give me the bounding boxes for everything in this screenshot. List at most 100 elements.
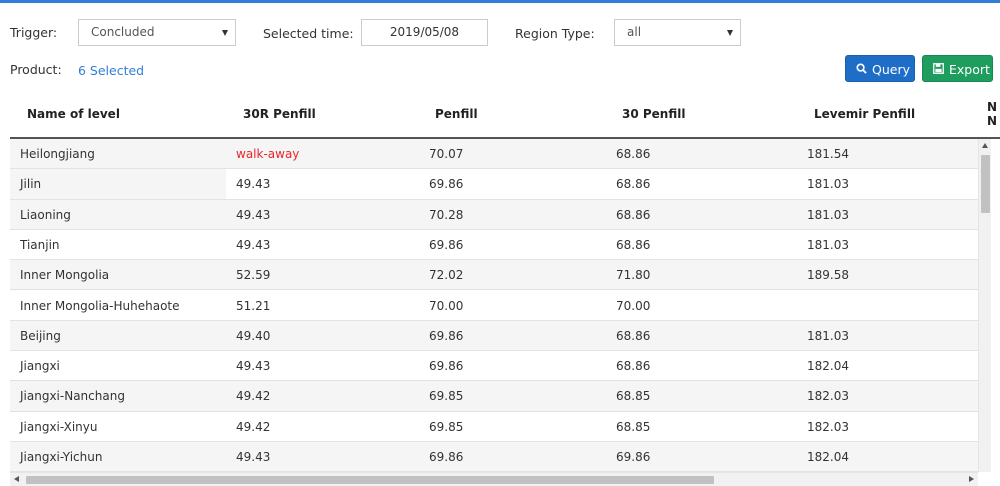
product-selected-link[interactable]: 6 Selected — [78, 63, 144, 78]
table-row[interactable]: Jiangxi-Yichun 49.43 69.86 69.86 182.04 — [10, 442, 978, 473]
cell-30r-penfill: 49.40 — [236, 328, 271, 343]
cell-penfill: 69.86 — [429, 359, 464, 374]
table-row[interactable]: Jiangxi 49.43 69.86 68.86 182.04 — [10, 351, 978, 382]
header-name-of-level[interactable]: Name of level — [27, 92, 120, 137]
scroll-right-arrow-icon[interactable] — [969, 476, 974, 482]
cell-30-penfill: 70.00 — [616, 298, 651, 313]
cell-penfill: 72.02 — [429, 268, 464, 283]
cell-30-penfill: 68.86 — [616, 147, 651, 161]
cell-levemir-penfill: 181.03 — [807, 177, 849, 192]
cell-levemir-penfill: 181.54 — [807, 147, 849, 161]
cell-30-penfill: 71.80 — [616, 268, 651, 283]
export-button[interactable]: Export — [922, 55, 993, 82]
table-row[interactable]: Inner Mongolia 52.59 72.02 71.80 189.58 — [10, 260, 978, 291]
cell-region: Tianjin — [20, 237, 60, 252]
scroll-left-arrow-icon[interactable] — [14, 476, 19, 482]
cell-30r-penfill: 49.43 — [236, 450, 271, 464]
cell-region: Jiangxi-Nanchang — [20, 389, 125, 404]
cell-region: Jiangxi-Yichun — [20, 450, 103, 464]
header-levemir-penfill[interactable]: Levemir Penfill — [814, 92, 915, 137]
trigger-label: Trigger: — [10, 25, 58, 40]
cell-region: Liaoning — [20, 207, 71, 222]
query-button[interactable]: Query — [845, 55, 915, 82]
cell-30r-penfill: 49.43 — [236, 207, 271, 222]
cell-penfill: 69.85 — [429, 389, 464, 404]
cell-penfill: 69.86 — [429, 177, 464, 192]
caret-down-icon — [222, 30, 228, 36]
table-row[interactable]: Heilongjiang walk-away 70.07 68.86 181.5… — [10, 139, 978, 170]
data-table: Name of level 30R Penfill Penfill 30 Pen… — [10, 92, 1000, 486]
trigger-select-value: Concluded — [91, 25, 155, 39]
cell-30-penfill: 68.86 — [616, 237, 651, 252]
cell-30-penfill: 68.85 — [616, 389, 651, 404]
region-type-label: Region Type: — [515, 26, 595, 41]
cell-30r-penfill: 49.42 — [236, 389, 271, 404]
cell-30r-penfill: 49.43 — [236, 177, 271, 192]
cell-30-penfill: 68.86 — [616, 207, 651, 222]
selected-time-input[interactable]: 2019/05/08 — [361, 19, 488, 46]
cell-penfill: 69.86 — [429, 237, 464, 252]
cell-penfill: 69.86 — [429, 328, 464, 343]
cell-30r-penfill: walk-away — [236, 147, 300, 161]
cell-30r-penfill: 49.43 — [236, 359, 271, 374]
cell-region: Inner Mongolia — [20, 268, 110, 283]
table-row[interactable]: Beijing 49.40 69.86 68.86 181.03 — [10, 320, 978, 352]
cell-region: Jilin — [20, 177, 42, 192]
cell-region: Inner Mongolia-Huhehaote — [20, 298, 180, 313]
cell-30r-penfill: 49.43 — [236, 237, 271, 252]
vertical-scroll-thumb[interactable] — [981, 155, 990, 213]
header-30r-penfill[interactable]: 30R Penfill — [243, 92, 316, 137]
cell-levemir-penfill: 181.03 — [807, 207, 849, 222]
trigger-select[interactable]: Concluded — [78, 19, 236, 46]
cell-penfill: 69.86 — [429, 450, 464, 464]
header-penfill[interactable]: Penfill — [435, 92, 478, 137]
cell-region: Jiangxi — [20, 359, 60, 374]
row-name-shade — [10, 169, 226, 200]
cell-penfill: 69.85 — [429, 419, 464, 434]
query-button-label: Query — [872, 62, 910, 77]
cell-region: Heilongjiang — [20, 147, 95, 161]
table-row[interactable]: Liaoning 49.43 70.28 68.86 181.03 — [10, 199, 978, 230]
table-row[interactable]: Jiangxi-Xinyu 49.42 69.85 68.85 182.03 — [10, 412, 978, 442]
search-icon — [856, 56, 867, 83]
cell-30-penfill: 69.86 — [616, 450, 651, 464]
header-30-penfill[interactable]: 30 Penfill — [622, 92, 685, 137]
region-type-select-value: all — [627, 25, 642, 39]
scroll-up-arrow-icon[interactable] — [982, 143, 988, 148]
table-header: Name of level 30R Penfill Penfill 30 Pen… — [10, 92, 1000, 139]
header-truncated-line-2: N — [987, 114, 998, 128]
cell-levemir-penfill: 182.03 — [807, 419, 849, 434]
caret-down-icon — [727, 30, 733, 36]
cell-30-penfill: 68.86 — [616, 359, 651, 374]
cell-penfill: 70.00 — [429, 298, 464, 313]
vertical-scrollbar[interactable] — [978, 139, 991, 472]
filter-bar: Trigger: Concluded Selected time: 2019/0… — [0, 0, 1000, 90]
cell-30r-penfill: 51.21 — [236, 298, 271, 313]
cell-levemir-penfill: 182.03 — [807, 389, 849, 404]
cell-30-penfill: 68.86 — [616, 177, 651, 192]
cell-levemir-penfill: 189.58 — [807, 268, 849, 283]
product-label: Product: — [10, 62, 62, 77]
table-row[interactable]: Jilin 49.43 69.86 68.86 181.03 — [10, 169, 978, 200]
export-button-label: Export — [949, 62, 990, 77]
header-truncated-column-line-2: N — [987, 99, 997, 144]
cell-30-penfill: 68.86 — [616, 328, 651, 343]
cell-30-penfill: 68.85 — [616, 419, 651, 434]
horizontal-scrollbar[interactable] — [10, 472, 978, 486]
region-type-select[interactable]: all — [614, 19, 741, 46]
save-icon — [933, 56, 944, 83]
cell-30r-penfill: 49.42 — [236, 419, 271, 434]
cell-levemir-penfill: 181.03 — [807, 328, 849, 343]
horizontal-scroll-thumb[interactable] — [26, 476, 714, 484]
cell-levemir-penfill: 182.04 — [807, 450, 849, 464]
cell-region: Beijing — [20, 328, 61, 343]
cell-levemir-penfill: 182.04 — [807, 359, 849, 374]
table-row[interactable]: Inner Mongolia-Huhehaote 51.21 70.00 70.… — [10, 291, 978, 321]
table-row[interactable]: Jiangxi-Nanchang 49.42 69.85 68.85 182.0… — [10, 381, 978, 412]
cell-levemir-penfill: 181.03 — [807, 237, 849, 252]
selected-time-label: Selected time: — [263, 26, 354, 41]
cell-region: Jiangxi-Xinyu — [20, 419, 98, 434]
cell-penfill: 70.07 — [429, 147, 464, 161]
table-row[interactable]: Tianjin 49.43 69.86 68.86 181.03 — [10, 230, 978, 261]
cell-30r-penfill: 52.59 — [236, 268, 271, 283]
